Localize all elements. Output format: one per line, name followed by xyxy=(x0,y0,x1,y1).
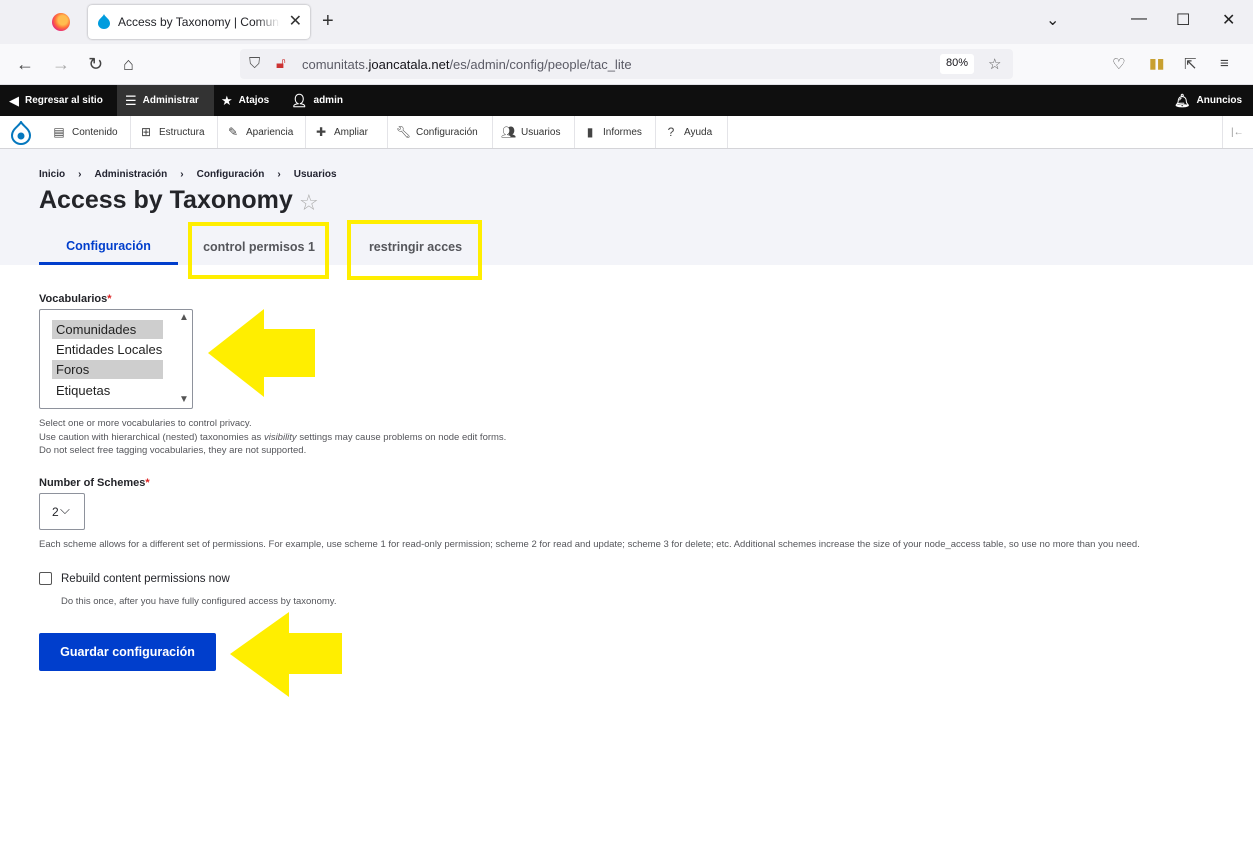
scroll-up-icon[interactable]: ▲ xyxy=(179,312,189,323)
new-tab-icon[interactable]: + xyxy=(322,10,334,33)
puzzle-icon: ✚ xyxy=(315,125,327,139)
shortcuts-link[interactable]: ★ Atajos xyxy=(221,85,269,116)
minimize-icon[interactable]: — xyxy=(1131,10,1147,28)
tray-item-configuracion[interactable]: 🔧︎ Configuración xyxy=(388,116,493,148)
breadcrumb-administracion[interactable]: Administración xyxy=(94,169,167,180)
tray-item-informes[interactable]: ▮ Informes xyxy=(575,116,656,148)
scroll-down-icon[interactable]: ▼ xyxy=(179,394,189,405)
user-icon: 👤︎ xyxy=(291,92,308,108)
bookmark-star-icon[interactable]: ☆ xyxy=(988,55,1001,73)
users-icon: 👥︎ xyxy=(501,125,517,139)
tray-item-estructura[interactable]: ⊞ Estructura xyxy=(131,116,218,148)
forward-icon[interactable]: → xyxy=(52,54,70,75)
drupal-logo-icon[interactable] xyxy=(11,121,31,145)
firefox-icon[interactable] xyxy=(52,13,70,31)
bar-chart-icon: ▮ xyxy=(586,125,594,139)
annotation-box-tab-2 xyxy=(347,220,482,280)
document-icon: ▤ xyxy=(53,125,65,139)
browser-tab-strip: Access by Taxonomy | Comunitats ✕ + ⌄ — … xyxy=(0,0,1253,44)
collapse-tray-icon[interactable]: |← xyxy=(1222,116,1253,148)
insecure-lock-icon[interactable]: 🔓︎ xyxy=(276,55,286,72)
breadcrumb-usuarios[interactable]: Usuarios xyxy=(294,169,337,180)
admin-tray: ▤ Contenido ⊞ Estructura ✎ Apariencia ✚ … xyxy=(0,116,1253,149)
home-icon[interactable]: ⌂ xyxy=(123,54,134,75)
tray-item-ayuda[interactable]: ? Ayuda xyxy=(656,116,728,148)
schemes-select[interactable]: 2 ⌵ xyxy=(39,493,85,530)
tab-configuracion[interactable]: Configuración xyxy=(39,229,178,265)
save-configuration-button[interactable]: Guardar configuración xyxy=(39,633,216,671)
back-icon[interactable]: ← xyxy=(16,54,34,75)
annotation-box-tab-1 xyxy=(188,222,329,279)
announcements-link[interactable]: 🔔︎ Anuncios xyxy=(1174,85,1242,116)
tray-item-ampliar[interactable]: ✚ Ampliar xyxy=(306,116,388,148)
menu-icon[interactable]: ≡ xyxy=(1220,55,1229,72)
breadcrumb: Inicio › Administración › Configuración … xyxy=(39,169,337,180)
tab-list-chevron-icon[interactable]: ⌄ xyxy=(1046,10,1059,30)
share-icon[interactable]: ⇱ xyxy=(1184,55,1197,73)
url-bar[interactable]: ⛉ 🔓︎ comunitats.joancatala.net/es/admin/… xyxy=(240,49,1013,79)
tray-item-apariencia[interactable]: ✎ Apariencia xyxy=(218,116,306,148)
schemes-select-value: 2 xyxy=(52,505,59,519)
vocabulary-option[interactable]: Entidades Locales xyxy=(52,340,172,359)
rebuild-checkbox[interactable] xyxy=(39,572,52,585)
close-window-icon[interactable]: ✕ xyxy=(1222,10,1235,30)
breadcrumb-configuracion[interactable]: Configuración xyxy=(197,169,265,180)
url-text[interactable]: comunitats.joancatala.net/es/admin/confi… xyxy=(302,57,632,72)
zoom-indicator[interactable]: 80% xyxy=(940,54,975,74)
rebuild-label[interactable]: Rebuild content permissions now xyxy=(61,573,230,585)
tray-item-usuarios[interactable]: 👥︎ Usuarios xyxy=(493,116,575,148)
vocabularies-label: Vocabularios* xyxy=(39,293,112,305)
annotation-arrow-left-icon xyxy=(230,612,342,697)
back-to-site-link[interactable]: ◀ Regresar al sitio xyxy=(9,85,103,116)
tray-item-contenido[interactable]: ▤ Contenido xyxy=(44,116,131,148)
admin-toolbar: ◀ Regresar al sitio ☰ Administrar ★ Ataj… xyxy=(0,85,1253,116)
pocket-icon[interactable]: ♡ xyxy=(1112,55,1125,73)
reload-icon[interactable]: ↻ xyxy=(88,54,103,75)
maximize-icon[interactable]: ☐ xyxy=(1176,10,1190,30)
bell-icon: 🔔︎ xyxy=(1174,92,1191,108)
hamburger-icon: ☰ xyxy=(125,92,137,108)
structure-icon: ⊞ xyxy=(140,125,152,139)
vocabulary-option[interactable]: Etiquetas xyxy=(52,381,163,400)
vocabulary-option[interactable]: Comunidades xyxy=(52,320,163,339)
user-link[interactable]: 👤︎ admin xyxy=(291,85,343,116)
page-title: Access by Taxonomy xyxy=(39,186,293,214)
close-tab-icon[interactable]: ✕ xyxy=(289,11,302,31)
vocabularies-multiselect[interactable]: Comunidades Entidades Locales Foros Etiq… xyxy=(39,309,193,409)
browser-tab-title: Access by Taxonomy | Comunitats xyxy=(118,15,280,29)
annotation-arrow-left-icon xyxy=(208,309,315,397)
manage-link[interactable]: ☰ Administrar xyxy=(117,85,214,116)
breadcrumb-inicio[interactable]: Inicio xyxy=(39,169,65,180)
vocabulary-option[interactable]: Foros xyxy=(52,360,163,379)
schemes-label: Number of Schemes* xyxy=(39,477,150,489)
schemes-help: Each scheme allows for a different set o… xyxy=(39,539,1140,550)
paintbrush-icon: ✎ xyxy=(227,125,239,139)
shield-icon[interactable]: ⛉ xyxy=(249,55,260,72)
browser-tab[interactable]: Access by Taxonomy | Comunitats ✕ xyxy=(88,5,310,39)
shortcut-star-icon[interactable]: ☆ xyxy=(299,190,319,216)
help-icon: ? xyxy=(667,125,675,139)
chevron-down-icon: ⌵ xyxy=(60,502,70,517)
wrench-icon: 🔧︎ xyxy=(396,125,412,139)
drupal-favicon-icon xyxy=(98,14,110,29)
vocabularies-help: Select one or more vocabularies to contr… xyxy=(39,418,507,456)
back-circle-icon: ◀ xyxy=(9,92,19,108)
browser-nav-bar: ← → ↻ ⌂ ⛉ 🔓︎ comunitats.joancatala.net/e… xyxy=(0,44,1253,85)
rebuild-help: Do this once, after you have fully confi… xyxy=(61,596,337,607)
extension-icon[interactable]: ▮▮ xyxy=(1149,55,1164,72)
star-icon: ★ xyxy=(221,92,233,108)
